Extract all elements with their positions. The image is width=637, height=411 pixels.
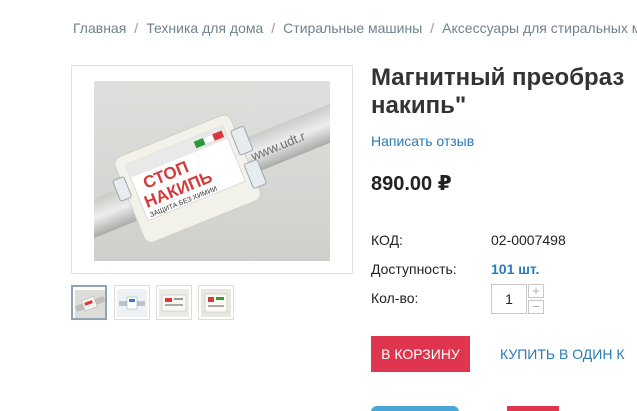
thumbnail-image [75, 290, 105, 318]
code-value: 02-0007498 [491, 232, 566, 248]
bottom-blue-button[interactable] [371, 406, 459, 411]
product-title-line-2: накипь" [371, 92, 467, 119]
product-title: Магнитный преобраз накипь" [371, 64, 637, 120]
breadcrumb-home[interactable]: Главная [73, 20, 126, 36]
thumbnail-1[interactable] [71, 285, 107, 320]
thumbnail-2[interactable] [114, 285, 150, 320]
thumbnail-image [159, 289, 189, 317]
product-price: 890.00 ₽ [371, 173, 452, 195]
product-main-image[interactable]: www.udt.r СТОП НАКИПЬ ЗАЩИТА БЕЗ ХИМИИ [71, 65, 353, 274]
product-photo: www.udt.r СТОП НАКИПЬ ЗАЩИТА БЕЗ ХИМИИ [94, 81, 330, 261]
thumbnail-4[interactable] [198, 285, 234, 320]
bottom-red-button[interactable] [507, 406, 559, 411]
breadcrumb-home-appliances[interactable]: Техника для дома [146, 20, 263, 36]
breadcrumb-separator: / [134, 20, 139, 36]
product-title-line-1: Магнитный преобраз [371, 64, 625, 91]
add-to-cart-button[interactable]: В КОРЗИНУ [371, 336, 470, 372]
thumbnail-image [117, 289, 147, 317]
quantity-decrease-button[interactable]: − [528, 300, 544, 314]
code-label: КОД: [371, 232, 403, 248]
breadcrumb-separator: / [430, 20, 435, 36]
thumbnail-image [201, 289, 231, 317]
breadcrumb-washing-machines[interactable]: Стиральные машины [283, 20, 422, 36]
write-review-link[interactable]: Написать отзыв [371, 133, 474, 149]
breadcrumb-separator: / [271, 20, 276, 36]
buy-one-click-link[interactable]: КУПИТЬ В ОДИН К [500, 346, 624, 362]
quantity-label: Кол-во: [371, 290, 419, 306]
quantity-increase-button[interactable]: + [528, 284, 544, 298]
product-page: Главная / Техника для дома / Стиральные маши… [0, 0, 637, 411]
availability-value: 101 шт. [491, 261, 540, 277]
breadcrumb-accessories[interactable]: Аксессуары для стиральных ма [442, 20, 637, 36]
thumbnail-3[interactable] [156, 285, 192, 320]
availability-label: Доступность: [371, 261, 457, 277]
quantity-input[interactable] [491, 284, 527, 314]
breadcrumb: Главная / Техника для дома / Стиральные маши… [73, 20, 637, 36]
